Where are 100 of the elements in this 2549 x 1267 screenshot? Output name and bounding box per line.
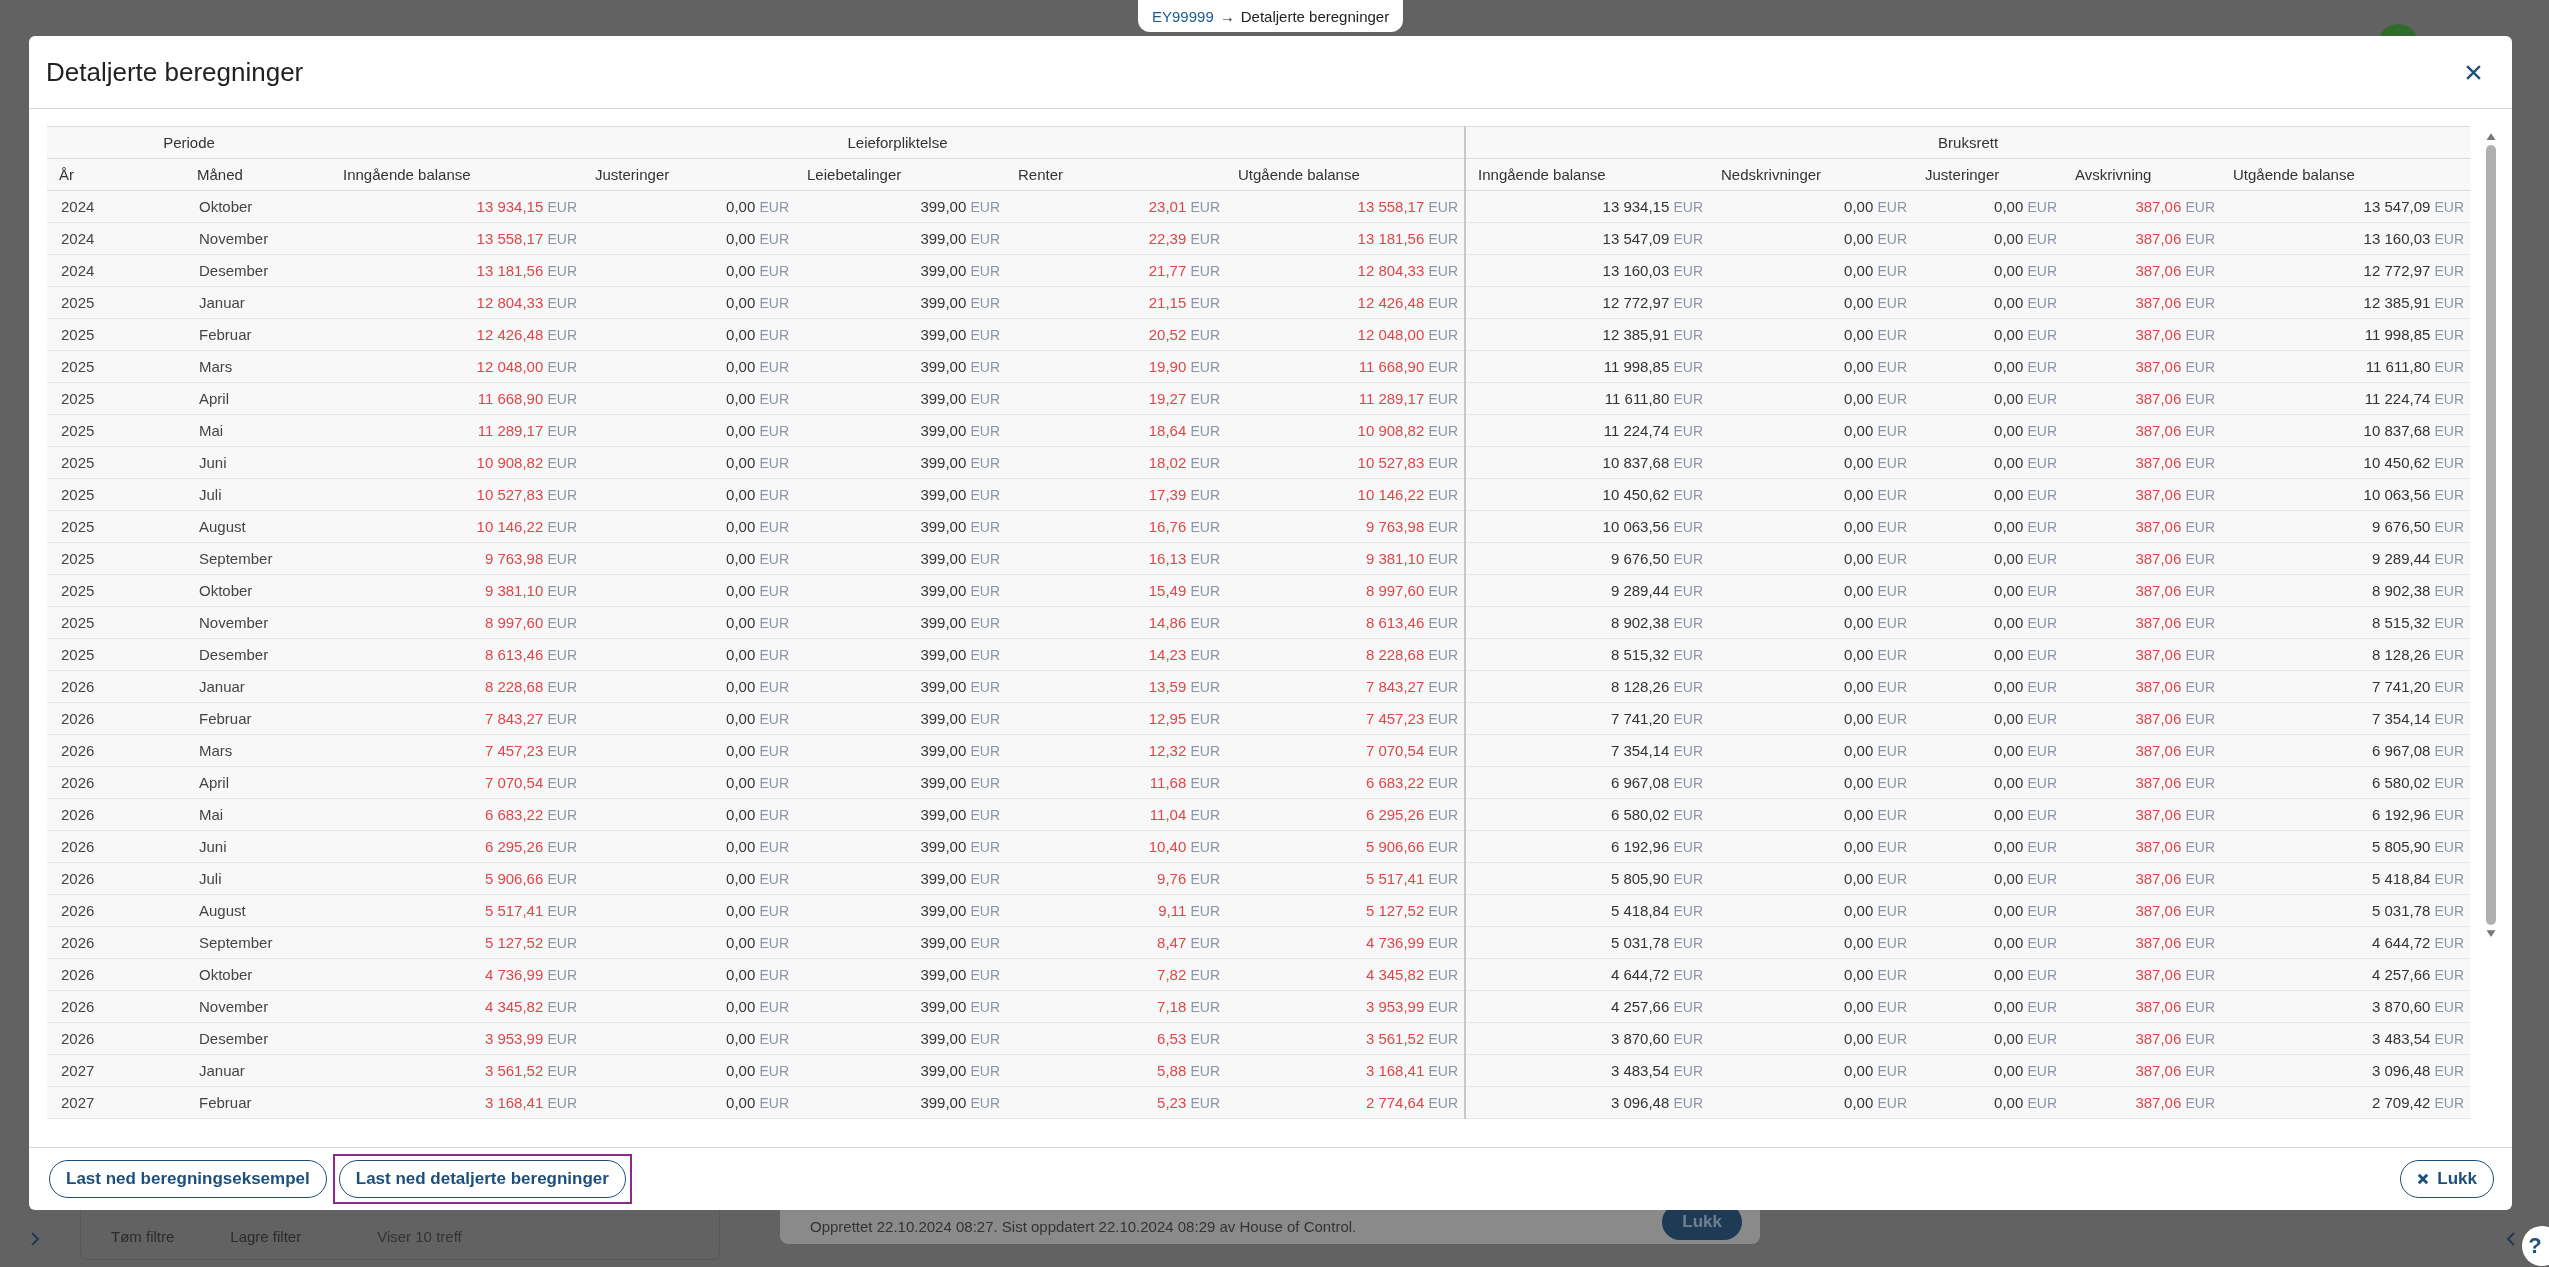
amount-cell: 23,01 EUR [1006,190,1226,223]
column-header: Leiebetalinger [795,158,1006,191]
amount-cell: 11 668,90 EUR [331,382,583,415]
amount-cell: 0,00 EUR [1913,510,2064,543]
amount-cell: 9 381,10 EUR [1226,542,1466,575]
amount-cell: 5 418,84 EUR [2221,862,2471,895]
amount-cell: 387,06 EUR [2063,926,2222,959]
amount-cell: 3 953,99 EUR [1226,990,1466,1023]
amount-cell: 6 967,08 EUR [2221,734,2471,767]
amount-cell: 399,00 EUR [795,670,1006,703]
amount-cell: 8 515,32 EUR [1465,638,1710,671]
amount-cell: 0,00 EUR [1913,1022,2064,1055]
table-cell: 2024 [47,190,185,223]
amount-cell: 6 295,26 EUR [331,830,583,863]
close-button[interactable]: Lukk [2400,1160,2494,1198]
table-cell: Desember [185,1022,331,1055]
amount-cell: 387,06 EUR [2063,702,2222,735]
amount-cell: 7 070,54 EUR [1226,734,1466,767]
amount-cell: 10 450,62 EUR [1465,478,1710,511]
amount-cell: 387,06 EUR [2063,446,2222,479]
amount-cell: 0,00 EUR [1913,350,2064,383]
table-cell: Oktober [185,958,331,991]
column-header: Avskrivning [2063,158,2222,191]
amount-cell: 12 048,00 EUR [1226,318,1466,351]
amount-cell: 0,00 EUR [1913,286,2064,319]
amount-cell: 399,00 EUR [795,190,1006,223]
amount-cell: 0,00 EUR [1913,702,2064,735]
amount-cell: 5,23 EUR [1006,1086,1226,1119]
amount-cell: 17,39 EUR [1006,478,1226,511]
amount-cell: 0,00 EUR [1913,254,2064,287]
amount-cell: 6 967,08 EUR [1465,766,1710,799]
amount-cell: 0,00 EUR [1913,382,2064,415]
column-header: Nedskrivninger [1709,158,1914,191]
amount-cell: 0,00 EUR [583,542,795,575]
amount-cell: 9 676,50 EUR [2221,510,2471,543]
amount-cell: 13 558,17 EUR [1226,190,1466,223]
amount-cell: 8 515,32 EUR [2221,606,2471,639]
amount-cell: 0,00 EUR [583,318,795,351]
amount-cell: 0,00 EUR [1709,510,1914,543]
table-cell: 2025 [47,542,185,575]
amount-cell: 8 128,26 EUR [1465,670,1710,703]
table-cell: 2025 [47,606,185,639]
amount-cell: 0,00 EUR [583,382,795,415]
amount-cell: 19,27 EUR [1006,382,1226,415]
amount-cell: 399,00 EUR [795,830,1006,863]
amount-cell: 0,00 EUR [1913,798,2064,831]
amount-cell: 387,06 EUR [2063,574,2222,607]
amount-cell: 13 934,15 EUR [1465,190,1710,223]
table-cell: August [185,894,331,927]
amount-cell: 0,00 EUR [583,1022,795,1055]
amount-cell: 5,88 EUR [1006,1054,1226,1087]
amount-cell: 14,86 EUR [1006,606,1226,639]
amount-cell: 6,53 EUR [1006,1022,1226,1055]
scroll-down-icon[interactable] [2485,929,2497,938]
amount-cell: 399,00 EUR [795,702,1006,735]
close-icon[interactable] [2465,63,2482,81]
download-button[interactable]: Last ned detaljerte beregninger [338,1160,626,1198]
amount-cell: 4 644,72 EUR [2221,926,2471,959]
table-cell: 2025 [47,382,185,415]
amount-cell: 6 192,96 EUR [1465,830,1710,863]
amount-cell: 9,11 EUR [1006,894,1226,927]
amount-cell: 11 668,90 EUR [1226,350,1466,383]
amount-cell: 0,00 EUR [583,830,795,863]
amount-cell: 8 228,68 EUR [1226,638,1466,671]
amount-cell: 12 772,97 EUR [2221,254,2471,287]
amount-cell: 6 192,96 EUR [2221,798,2471,831]
amount-cell: 387,06 EUR [2063,670,2222,703]
table-cell: Februar [185,318,331,351]
amount-cell: 0,00 EUR [583,446,795,479]
amount-cell: 20,52 EUR [1006,318,1226,351]
amount-cell: 3 096,48 EUR [1465,1086,1710,1119]
amount-cell: 16,13 EUR [1006,542,1226,575]
amount-cell: 3 870,60 EUR [2221,990,2471,1023]
download-button[interactable]: Last ned beregningseksempel [49,1160,327,1198]
help-button[interactable]: ? [2522,1226,2549,1266]
amount-cell: 0,00 EUR [1913,734,2064,767]
amount-cell: 10 837,68 EUR [1465,446,1710,479]
amount-cell: 9 381,10 EUR [331,574,583,607]
table-cell: 2025 [47,350,185,383]
amount-cell: 11 224,74 EUR [2221,382,2471,415]
amount-cell: 4 736,99 EUR [331,958,583,991]
amount-cell: 387,06 EUR [2063,766,2222,799]
table-cell: 2025 [47,478,185,511]
table-cell: Oktober [185,574,331,607]
breadcrumb-link[interactable]: EY99999 [1152,7,1214,25]
amount-cell: 399,00 EUR [795,894,1006,927]
amount-cell: 5 906,66 EUR [331,862,583,895]
amount-cell: 6 683,22 EUR [1226,766,1466,799]
amount-cell: 7 741,20 EUR [1465,702,1710,735]
table-cell: Januar [185,286,331,319]
amount-cell: 12 804,33 EUR [1226,254,1466,287]
amount-cell: 7 843,27 EUR [331,702,583,735]
table-cell: Mars [185,350,331,383]
table-cell: Januar [185,1054,331,1087]
amount-cell: 0,00 EUR [1913,766,2064,799]
amount-cell: 387,06 EUR [2063,510,2222,543]
scroll-up-icon[interactable] [2485,132,2497,141]
amount-cell: 18,02 EUR [1006,446,1226,479]
amount-cell: 0,00 EUR [1913,318,2064,351]
amount-cell: 11 998,85 EUR [2221,318,2471,351]
